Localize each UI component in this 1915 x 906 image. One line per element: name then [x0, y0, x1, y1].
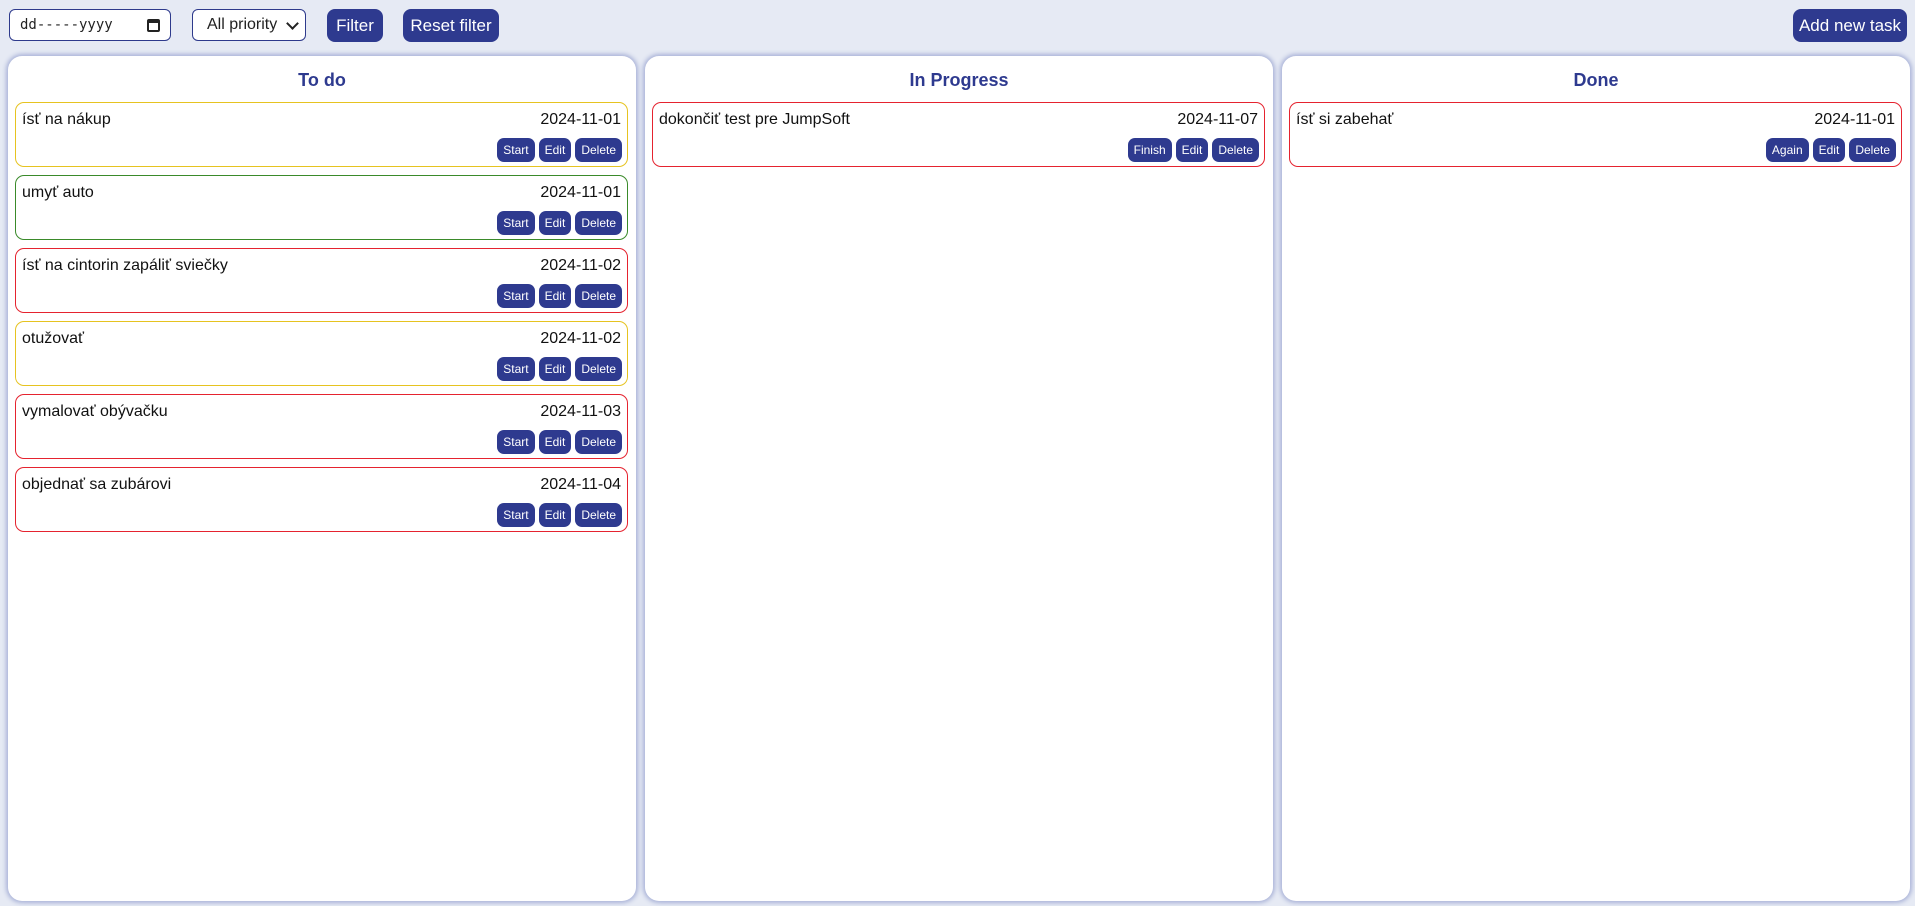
edit-button[interactable]: Edit — [538, 503, 572, 527]
task-card: ísť na nákup 2024-11-01 Start Edit Delet… — [15, 102, 628, 167]
task-title: dokončiť test pre JumpSoft — [659, 111, 850, 128]
delete-button[interactable]: Delete — [575, 138, 622, 162]
start-button[interactable]: Start — [497, 284, 535, 308]
edit-button[interactable]: Edit — [1175, 138, 1209, 162]
task-actions: Again Edit Delete — [1765, 138, 1896, 162]
task-actions: Start Edit Delete — [497, 430, 622, 454]
add-new-task-button[interactable]: Add new task — [1793, 9, 1907, 42]
task-card: otužovať 2024-11-02 Start Edit Delete — [15, 321, 628, 386]
task-date: 2024-11-01 — [540, 111, 621, 128]
task-date: 2024-11-03 — [540, 403, 621, 420]
delete-button[interactable]: Delete — [575, 211, 622, 235]
edit-button[interactable]: Edit — [538, 357, 572, 381]
edit-button[interactable]: Edit — [538, 138, 572, 162]
task-actions: Start Edit Delete — [497, 357, 622, 381]
task-card: ísť na cintorin zapáliť sviečky 2024-11-… — [15, 248, 628, 313]
delete-button[interactable]: Delete — [575, 430, 622, 454]
priority-select[interactable]: All priority — [192, 9, 306, 41]
start-button[interactable]: Start — [497, 503, 535, 527]
task-date: 2024-11-02 — [540, 257, 621, 274]
task-card: dokončiť test pre JumpSoft 2024-11-07 Fi… — [652, 102, 1265, 167]
date-filter-input[interactable]: dd-----yyyy — [9, 9, 171, 41]
task-date: 2024-11-02 — [540, 330, 621, 347]
task-date: 2024-11-01 — [540, 184, 621, 201]
task-card: objednať sa zubárovi 2024-11-04 Start Ed… — [15, 467, 628, 532]
again-button[interactable]: Again — [1765, 138, 1809, 162]
edit-button[interactable]: Edit — [538, 430, 572, 454]
task-title: ísť na cintorin zapáliť sviečky — [22, 257, 228, 274]
column-done: Done ísť si zabehať 2024-11-01 Again Edi… — [1282, 56, 1910, 901]
date-placeholder: dd-----yyyy — [20, 17, 113, 33]
task-actions: Finish Edit Delete — [1127, 138, 1259, 162]
delete-button[interactable]: Delete — [1212, 138, 1259, 162]
filter-button[interactable]: Filter — [327, 9, 383, 42]
task-actions: Start Edit Delete — [497, 211, 622, 235]
start-button[interactable]: Start — [497, 430, 535, 454]
edit-button[interactable]: Edit — [1812, 138, 1846, 162]
reset-filter-button[interactable]: Reset filter — [403, 9, 499, 42]
task-title: objednať sa zubárovi — [22, 476, 172, 493]
column-in-progress: In Progress dokončiť test pre JumpSoft 2… — [645, 56, 1273, 901]
chevron-down-icon — [286, 16, 299, 30]
delete-button[interactable]: Delete — [575, 284, 622, 308]
column-todo: To do ísť na nákup 2024-11-01 Start Edit… — [8, 56, 636, 901]
calendar-icon[interactable] — [147, 18, 160, 32]
task-title: umyť auto — [22, 184, 94, 201]
task-date: 2024-11-07 — [1177, 111, 1258, 128]
edit-button[interactable]: Edit — [538, 284, 572, 308]
finish-button[interactable]: Finish — [1127, 138, 1172, 162]
task-card: ísť si zabehať 2024-11-01 Again Edit Del… — [1289, 102, 1902, 167]
delete-button[interactable]: Delete — [575, 503, 622, 527]
column-title: In Progress — [909, 70, 1009, 90]
delete-button[interactable]: Delete — [1849, 138, 1896, 162]
edit-button[interactable]: Edit — [538, 211, 572, 235]
delete-button[interactable]: Delete — [575, 357, 622, 381]
start-button[interactable]: Start — [497, 138, 535, 162]
task-title: vymalovať obývačku — [22, 403, 168, 420]
task-actions: Start Edit Delete — [497, 138, 622, 162]
start-button[interactable]: Start — [497, 357, 535, 381]
task-actions: Start Edit Delete — [497, 284, 622, 308]
task-card: vymalovať obývačku 2024-11-03 Start Edit… — [15, 394, 628, 459]
task-card: umyť auto 2024-11-01 Start Edit Delete — [15, 175, 628, 240]
task-title: ísť na nákup — [22, 111, 111, 128]
task-title: otužovať — [22, 330, 85, 347]
column-title: To do — [298, 70, 346, 90]
task-date: 2024-11-01 — [1814, 111, 1895, 128]
column-title: Done — [1573, 70, 1619, 90]
toolbar: dd-----yyyy All priority Filter Reset fi… — [0, 0, 1915, 50]
task-actions: Start Edit Delete — [497, 503, 622, 527]
task-date: 2024-11-04 — [540, 476, 621, 493]
task-title: ísť si zabehať — [1296, 111, 1394, 128]
priority-selected-value: All priority — [207, 16, 278, 33]
start-button[interactable]: Start — [497, 211, 535, 235]
